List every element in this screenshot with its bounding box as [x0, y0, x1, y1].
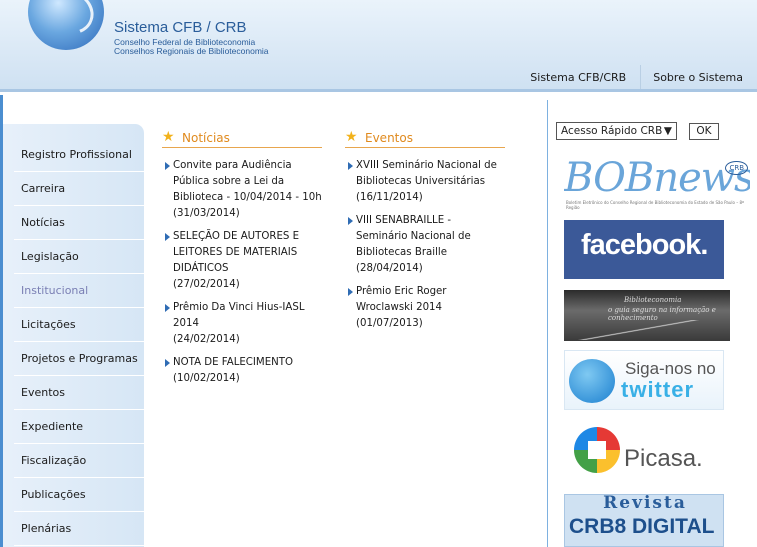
event-item-title[interactable]: Prêmio Eric Roger Wroclawski 2014 — [356, 284, 505, 316]
event-item-date: (28/04/2014) — [356, 263, 423, 274]
sidebar-item-noticias[interactable]: Notícias — [14, 206, 144, 240]
news-item[interactable]: SELEÇÃO DE AUTORES E LEITORES DE MATERIA… — [162, 229, 322, 293]
news-title[interactable]: Notícias — [182, 131, 230, 145]
bobnews-logo-text: BOBnews — [564, 155, 750, 201]
bullet-arrow-icon — [165, 233, 170, 241]
twitter-banner[interactable]: Siga-nos no twitter — [564, 350, 724, 410]
picasa-banner[interactable]: Picasa. — [564, 420, 724, 480]
facebook-banner[interactable]: facebook. — [564, 220, 724, 279]
sidebar-item-legislacao[interactable]: Legislação — [14, 240, 144, 274]
biblioteconomia-road-banner[interactable]: Biblioteconomia o guia seguro na informa… — [564, 290, 730, 341]
news-item-title[interactable]: NOTA DE FALECIMENTO — [173, 355, 322, 371]
site-title[interactable]: Sistema CFB / CRB — [114, 19, 247, 36]
site-subtitle-regional: Conselhos Regionais de Biblioteconomia — [114, 46, 269, 56]
news-item-date: (10/02/2014) — [173, 373, 240, 384]
road-banner-tagline: o guia seguro na informação e conhecimen… — [608, 306, 716, 322]
news-item-date: (31/03/2014) — [173, 208, 240, 219]
event-item[interactable]: Prêmio Eric Roger Wroclawski 2014 (01/07… — [345, 284, 505, 332]
events-header: ★ Eventos — [345, 130, 505, 148]
revista-banner-line2: CRB8 DIGITAL — [569, 515, 715, 538]
events-title[interactable]: Eventos — [365, 131, 413, 145]
quick-access-selected: Acesso Rápido CRB — [561, 125, 663, 137]
bobnews-banner[interactable]: BOBnews CRB Boletim Eletrônico do Consel… — [564, 153, 750, 211]
sidebar-item-institucional[interactable]: Institucional — [14, 274, 144, 308]
picasa-logo-text: Picasa. — [624, 445, 703, 472]
sidebar-item-publicacoes[interactable]: Publicações — [14, 478, 144, 512]
picasa-logo-center — [588, 441, 606, 459]
sidebar-item-registro-profissional[interactable]: Registro Profissional — [14, 138, 144, 172]
news-item[interactable]: Prêmio Da Vinci Hius-IASL 2014 (24/02/20… — [162, 300, 322, 348]
twitter-banner-line2: twitter — [621, 377, 694, 402]
event-item[interactable]: XVIII Seminário Nacional de Bibliotecas … — [345, 158, 505, 206]
news-section: ★ Notícias Convite para Audiência Públic… — [162, 130, 322, 394]
news-item-title[interactable]: Prêmio Da Vinci Hius-IASL 2014 — [173, 300, 322, 332]
twitter-banner-line1: Siga-nos no — [625, 359, 716, 378]
sidebar-item-projetos-e-programas[interactable]: Projetos e Programas — [14, 342, 144, 376]
bobnews-badge: CRB — [725, 161, 748, 175]
event-item-date: (01/07/2013) — [356, 318, 423, 329]
bullet-arrow-icon — [348, 288, 353, 296]
twitter-bird-icon — [569, 359, 615, 403]
news-item-title[interactable]: Convite para Audiência Pública sobre a L… — [173, 158, 322, 206]
nav-sobre-o-sistema[interactable]: Sobre o Sistema — [641, 71, 757, 84]
sidebar-item-plenarias[interactable]: Plenárias — [14, 512, 144, 546]
events-section: ★ Eventos XVIII Seminário Nacional de Bi… — [345, 130, 505, 339]
news-header: ★ Notícias — [162, 130, 322, 148]
event-item-title[interactable]: VIII SENABRAILLE - Seminário Nacional de… — [356, 213, 505, 261]
sidebar-menu: Registro Profissional Carreira Notícias … — [3, 124, 144, 547]
sidebar-item-fiscalizacao[interactable]: Fiscalização — [14, 444, 144, 478]
star-icon: ★ — [162, 129, 175, 145]
revista-crb8-banner[interactable]: Revista CRB8 DIGITAL — [564, 494, 724, 547]
bullet-arrow-icon — [348, 162, 353, 170]
bullet-arrow-icon — [165, 304, 170, 312]
sidebar-item-eventos[interactable]: Eventos — [14, 376, 144, 410]
news-item-title[interactable]: SELEÇÃO DE AUTORES E LEITORES DE MATERIA… — [173, 229, 322, 277]
sidebar-item-licitacoes[interactable]: Licitações — [14, 308, 144, 342]
sidebar-item-carreira[interactable]: Carreira — [14, 172, 144, 206]
road-banner-title: Biblioteconomia — [624, 296, 682, 304]
sidebar-item-expediente[interactable]: Expediente — [14, 410, 144, 444]
top-navigation: Sistema CFB/CRB Sobre o Sistema — [518, 64, 757, 90]
road-line — [564, 320, 730, 340]
news-item[interactable]: NOTA DE FALECIMENTO (10/02/2014) — [162, 355, 322, 387]
right-column-divider — [547, 100, 548, 547]
event-item[interactable]: VIII SENABRAILLE - Seminário Nacional de… — [345, 213, 505, 277]
quick-access: Acesso Rápido CRB ▼ OK — [556, 122, 719, 140]
news-item-date: (27/02/2014) — [173, 279, 240, 290]
site-header: Sistema CFB / CRB Conselho Federal de Bi… — [0, 0, 757, 92]
star-icon: ★ — [345, 129, 358, 145]
event-item-title[interactable]: XVIII Seminário Nacional de Bibliotecas … — [356, 158, 505, 190]
bullet-arrow-icon — [348, 217, 353, 225]
revista-banner-line1: Revista — [603, 494, 687, 513]
dropdown-arrow-icon: ▼ — [663, 125, 672, 137]
news-item[interactable]: Convite para Audiência Pública sobre a L… — [162, 158, 322, 222]
quick-access-ok-button[interactable]: OK — [689, 122, 719, 140]
quick-access-select[interactable]: Acesso Rápido CRB ▼ — [556, 122, 677, 140]
facebook-logo-text: facebook. — [581, 229, 708, 261]
bullet-arrow-icon — [165, 162, 170, 170]
nav-sistema-cfb-crb[interactable]: Sistema CFB/CRB — [518, 71, 640, 84]
bullet-arrow-icon — [165, 359, 170, 367]
news-item-date: (24/02/2014) — [173, 334, 240, 345]
bobnews-caption: Boletim Eletrônico do Conselho Regional … — [566, 200, 744, 210]
event-item-date: (16/11/2014) — [356, 192, 423, 203]
